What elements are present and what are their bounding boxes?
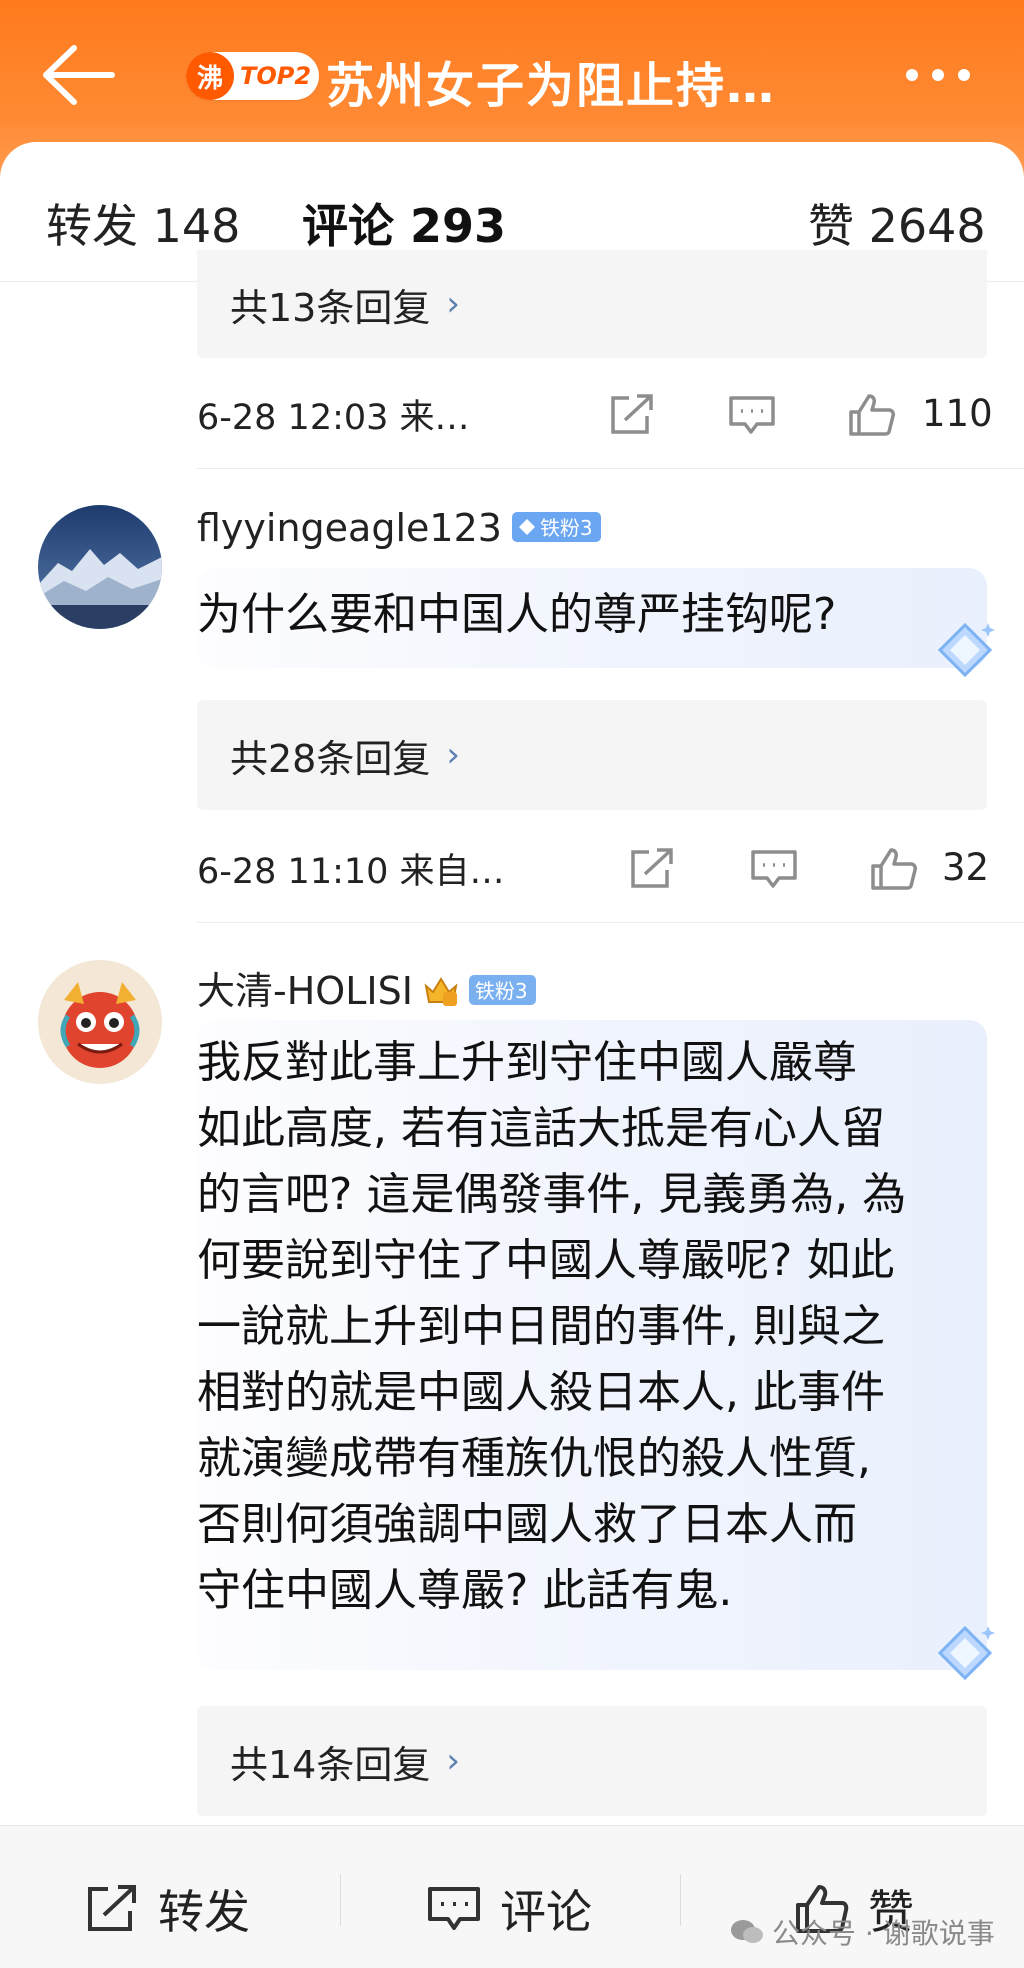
back-arrow-icon[interactable] [40,40,120,110]
comment-time: 6-28 12:03 来… [197,397,470,438]
reply-summary-label: 共13条回复 [230,285,431,330]
comment-text: 我反對此事上升到守住中國人嚴尊 如此高度, 若有這話大抵是有心人留 的言吧? 這… [197,1037,907,1616]
comment-username[interactable]: 大清-HOLISI 铁粉3 [197,960,536,1015]
page-title: 苏州女子为阻止持… [326,58,777,114]
fan-badge-label: 铁粉3 [539,516,593,540]
username-text: 大清-HOLISI [197,969,413,1013]
fan-badge: 铁粉3 [511,511,601,542]
repost-icon[interactable] [627,846,677,892]
diamond-icon [518,518,535,535]
comment-button[interactable]: 评论 [426,1876,592,1942]
avatar[interactable] [38,505,162,629]
like-count: 32 [942,846,990,889]
chevron-right-icon: › [446,284,460,324]
fan-badge: 铁粉3 [468,974,536,1005]
hot-rank-label: TOP2 [240,62,312,90]
tab-likes[interactable]: 赞 2648 [808,190,986,256]
repost-icon[interactable] [607,392,657,438]
tab-comments[interactable]: 评论 293 [302,190,506,256]
watermark-text: 公众号 · 谢歌说事 [772,1917,995,1950]
repost-label: 转发 [158,1885,250,1939]
like-icon[interactable] [847,392,897,438]
reply-summary-box[interactable]: 共14条回复 › [197,1706,987,1816]
more-icon[interactable] [906,60,986,90]
tab-repost[interactable]: 转发 148 [46,190,240,256]
divider [197,468,1024,469]
chevron-right-icon: › [446,735,460,775]
comment-meta: 6-28 11:10 来自… 32 [197,838,990,898]
reply-summary-label: 共14条回复 [230,1742,431,1787]
divider [197,922,1024,923]
like-count: 110 [922,392,993,435]
repost-button[interactable]: 转发 [84,1876,250,1942]
reply-summary-box[interactable]: 共13条回复 › [197,250,987,358]
wechat-icon [731,1920,763,1943]
repost-icon [88,1885,136,1931]
reply-summary-label: 共28条回复 [230,736,431,781]
diamond-icon [930,1618,1000,1688]
chevron-right-icon: › [446,1741,460,1781]
watermark: 公众号 · 谢歌说事 [730,1912,995,1952]
like-icon[interactable] [869,846,919,892]
hot-rank-badge: 沸 TOP2 [186,52,320,100]
comment-username[interactable]: flyyingeagle123 铁粉3 [197,506,601,550]
divider [680,1874,681,1926]
comment-time: 6-28 11:10 来自… [197,851,505,892]
weibo-comment-page: 沸 TOP2 苏州女子为阻止持… 转发 148 评论 293 赞 2648 共1… [0,0,1024,1968]
diamond-icon [930,615,1000,685]
comment-text: 为什么要和中国人的尊严挂钩呢? [197,589,837,640]
comment-icon[interactable] [727,392,777,438]
comment-label: 评论 [500,1885,592,1939]
hot-badge-icon: 沸 [186,52,234,100]
comment-meta: 6-28 12:03 来… 110 [197,384,993,444]
avatar[interactable] [38,960,162,1084]
crown-icon [423,973,459,1007]
username-text: flyyingeagle123 [197,506,502,550]
comment-icon[interactable] [749,846,799,892]
divider [340,1874,341,1926]
fan-badge-label: 铁粉3 [474,979,528,1003]
comment-icon [428,1887,480,1930]
reply-summary-box[interactable]: 共28条回复 › [197,700,987,810]
